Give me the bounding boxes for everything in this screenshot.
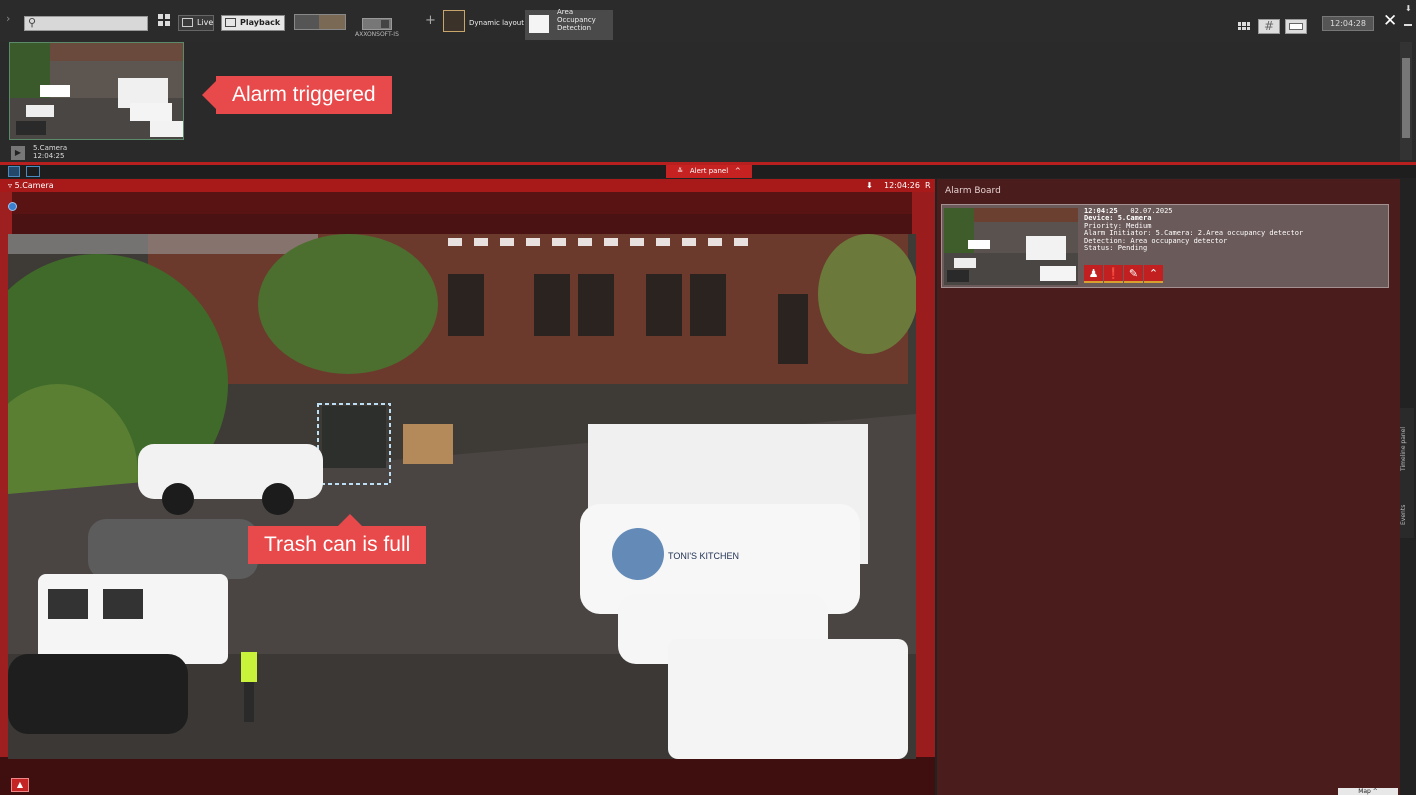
pin-icon[interactable]: ⬇ [1405,4,1412,13]
alarm-actions: ♟ ❗ ✎ ⌃ [1084,265,1163,283]
dynamic-layout-label[interactable]: Dynamic layout [469,19,524,27]
alarm-board-title: Alarm Board [945,186,1001,196]
playback-button[interactable]: Playback [221,15,285,31]
thumbnail-scene [10,43,183,139]
top-toolbar: › ⚲ Live Playback AXXONSOFT-IS + Dynamic… [0,0,1416,42]
app-window: › ⚲ Live Playback AXXONSOFT-IS + Dynamic… [0,0,1416,795]
thumbnail-caption: 5.Camera 12:04:25 [33,144,67,160]
clock: 12:04:28 [1322,16,1374,31]
strip-scrollbar[interactable] [1400,42,1412,160]
live-icon [182,18,193,27]
alarm-thumbnail-scene [944,208,1078,285]
bell-icon[interactable]: ♟ [1084,265,1103,283]
dynamic-layout-icon[interactable] [443,10,465,32]
view-toggle-icon[interactable] [8,166,20,177]
alarm-card-thumbnail[interactable] [944,208,1078,285]
single-view-button[interactable] [1285,19,1307,34]
alarm-details: 12:04:25 02.07.2025 Device: 5.Camera Pri… [1084,207,1303,253]
escalate-icon[interactable]: ⌃ [1144,265,1163,283]
area-occupancy-tab-label: Area Occupancy Detection [557,8,596,32]
playback-label: Playback [240,18,281,27]
camera-title: ▿ 5.Camera [8,181,54,190]
alarm-triggered-callout: Alarm triggered [202,76,392,114]
alarm-card[interactable]: 12:04:25 02.07.2025 Device: 5.Camera Pri… [941,204,1389,288]
layout-preview-icon [529,15,549,33]
timeline-panel-tab[interactable]: Timeline panel [1400,414,1414,484]
alert-bar: ≚ Alert panel ^ [0,165,1416,178]
alarm-thumbnail[interactable] [9,42,184,140]
camera-status-dot[interactable] [8,202,17,211]
alarm-strip: ▶ 5.Camera 12:04:25 Alarm triggered [0,42,1416,162]
thumbnail-time: 12:04:25 [33,152,65,160]
camera-view[interactable]: TONI'S KITCHEN Trash can is full [0,192,935,795]
expand-arrow-icon[interactable]: › [6,12,10,25]
layout-tab-2[interactable] [362,18,392,30]
tools-icon[interactable]: ✕ [1383,11,1397,31]
layout-grid-icon[interactable] [1238,22,1250,30]
hash-grid-button[interactable]: # [1258,19,1280,34]
chevron-up-icon: ^ [734,167,741,175]
layout-tab-1[interactable] [294,14,346,30]
camera-header: ▿ 5.Camera ⬇ 12:04:26 R [0,179,935,192]
alarm-bell-button[interactable]: ▲ [11,778,29,792]
events-tab[interactable]: Events [1400,500,1414,530]
search-icon: ⚲ [28,16,37,29]
chevron-down-icon: ≚ [677,167,684,175]
plus-icon[interactable]: + [425,13,436,28]
camera-title-text: 5.Camera [14,181,54,190]
record-indicator: R [925,181,931,190]
pen-icon[interactable]: ✎ [1124,265,1143,283]
alarm-frame-bottom [0,757,935,795]
play-icon[interactable]: ▶ [11,146,25,160]
map-button[interactable]: Map ^ [1338,788,1398,795]
trash-can-full-callout: Trash can is full [248,514,427,564]
alarm-frame-top [0,192,935,214]
minimize-icon[interactable] [1404,24,1412,26]
alarm-board: Alarm Board 12:04:25 02.07.2025 Device: [937,179,1400,795]
thumbnail-camera-name: 5.Camera [33,144,68,152]
playback-icon [225,18,236,27]
map-label: Map [1358,788,1371,795]
warning-icon[interactable]: ❗ [1104,265,1123,283]
live-button[interactable]: Live [178,15,214,31]
area-occupancy-tab[interactable]: Area Occupancy Detection [525,8,613,40]
frame-icon[interactable] [26,166,40,177]
camera-time: 12:04:26 [884,181,920,190]
svg-text:TONI'S KITCHEN: TONI'S KITCHEN [668,551,739,561]
alarm-status: Status: Pending [1084,244,1148,253]
search-input[interactable]: ⚲ [24,16,148,31]
alert-panel-tab[interactable]: ≚ Alert panel ^ [666,165,752,178]
live-label: Live [197,18,214,27]
side-tabs: Timeline panel Events [1400,408,1414,538]
download-icon[interactable]: ⬇ [866,179,873,192]
layout-tab-2-label: AXXONSOFT-IS [355,31,399,38]
grid-icon[interactable] [158,14,170,26]
camera-video-frame: TONI'S KITCHEN [8,234,916,759]
alert-panel-label: Alert panel [689,167,729,175]
